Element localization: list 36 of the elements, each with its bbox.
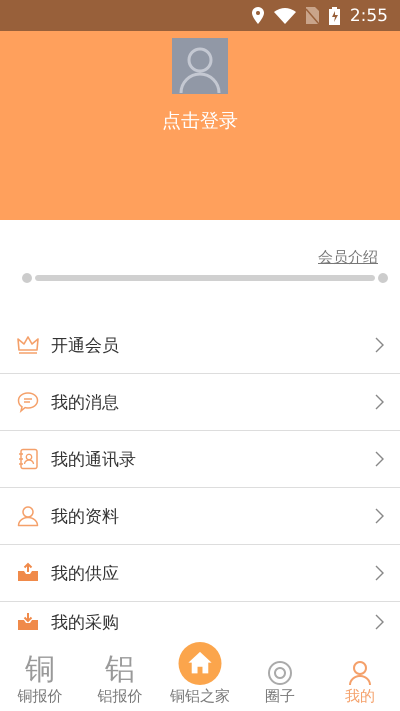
address-book-icon (16, 447, 40, 471)
menu-row[interactable]: 我的采购 (0, 602, 400, 642)
location-icon (252, 7, 264, 24)
menu-label: 我的采购 (51, 612, 120, 634)
chevron-right-icon (375, 508, 384, 524)
nav-tab[interactable]: 铜铝之家 (160, 642, 240, 711)
member-info-link[interactable]: 会员介绍 (318, 248, 378, 267)
track-end-dot (378, 273, 388, 283)
person-icon (16, 504, 40, 528)
menu-row[interactable]: 我的通讯录 (0, 431, 400, 488)
menu-label: 我的通讯录 (51, 448, 137, 470)
clock: 2:55 (350, 6, 388, 26)
wifi-icon (274, 8, 296, 24)
menu-row[interactable]: 我的资料 (0, 488, 400, 545)
menu-label: 我的消息 (51, 392, 120, 414)
chevron-right-icon (375, 451, 384, 467)
chevron-right-icon (375, 337, 384, 353)
no-sim-icon (306, 7, 319, 24)
crown-icon (16, 333, 40, 357)
chevron-right-icon (375, 394, 384, 410)
nav-glyph-icon: 铝 (105, 654, 135, 686)
track-start-dot (22, 273, 32, 283)
nav-tab[interactable]: 铝 铝报价 (80, 642, 160, 711)
nav-tab[interactable]: 铜 铜报价 (0, 642, 80, 711)
chevron-right-icon (375, 565, 384, 581)
menu-label: 我的资料 (51, 506, 120, 528)
menu-row[interactable]: 我的消息 (0, 374, 400, 431)
nav-glyph-icon: 铜 (25, 654, 55, 686)
nav-tab[interactable]: 圈子 (240, 642, 320, 711)
speech-bubble-icon (16, 390, 40, 414)
avatar-icon[interactable] (172, 38, 228, 94)
menu-row[interactable]: 我的供应 (0, 545, 400, 602)
menu-label: 开通会员 (51, 334, 120, 356)
menu-label: 我的供应 (51, 562, 120, 584)
battery-icon (328, 6, 340, 24)
menu-row[interactable]: 开通会员 (0, 317, 400, 374)
